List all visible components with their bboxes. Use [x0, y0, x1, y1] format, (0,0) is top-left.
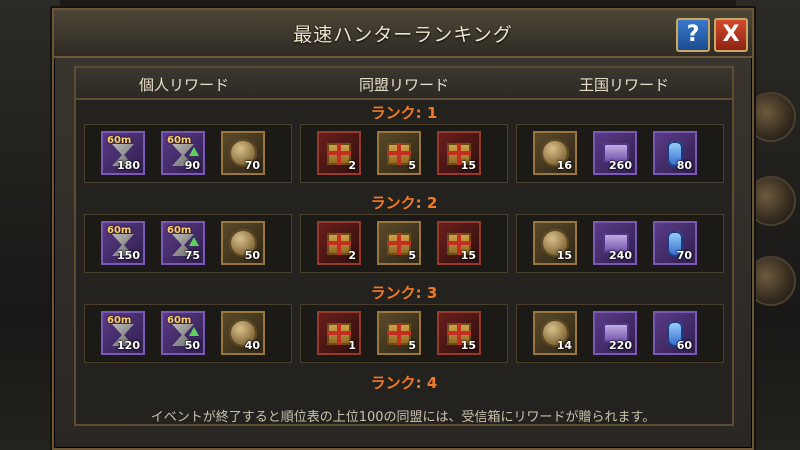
reward-item[interactable]: 14	[533, 311, 577, 355]
reward-item[interactable]: 2	[317, 221, 361, 265]
window-title: 最速ハンターランキング	[293, 24, 513, 46]
ranking-window: 最速ハンターランキング ? X 個人リワード 同盟リワード 王国リワード ランク…	[52, 8, 754, 450]
rank-1-personal-rewards: 60m 180 60m 90 70	[84, 124, 292, 183]
rank-4-title: ランク: 4	[370, 374, 438, 392]
reward-item[interactable]: 2	[317, 131, 361, 175]
rank-2-alliance-rewards: 2 5 15	[300, 214, 508, 273]
reward-item[interactable]: 5	[377, 221, 421, 265]
reward-item[interactable]: 16	[533, 131, 577, 175]
upgrade-arrow-icon	[189, 327, 199, 336]
rank-1-kingdom-rewards: 16 260 80	[516, 124, 724, 183]
tab-personal-rewards[interactable]: 個人リワード	[84, 74, 284, 95]
reward-item[interactable]: 5	[377, 131, 421, 175]
background-left	[0, 0, 60, 450]
reward-item[interactable]: 60m 180	[101, 131, 145, 175]
reward-item[interactable]: 70	[221, 131, 265, 175]
reward-item[interactable]: 60m 120	[101, 311, 145, 355]
reward-item[interactable]: 50	[221, 221, 265, 265]
rank-3-title: ランク: 3	[370, 284, 438, 302]
help-button[interactable]: ?	[676, 18, 710, 52]
reward-item[interactable]: 60m 150	[101, 221, 145, 265]
reward-item[interactable]: 60m 75	[161, 221, 205, 265]
upgrade-arrow-icon	[189, 237, 199, 246]
rank-3-kingdom-rewards: 14 220 60	[516, 304, 724, 363]
upgrade-arrow-icon	[189, 147, 199, 156]
reward-panel: 個人リワード 同盟リワード 王国リワード ランク: 1 60m 180 60m …	[74, 66, 734, 426]
tab-alliance-rewards[interactable]: 同盟リワード	[304, 74, 504, 95]
reward-item[interactable]: 5	[377, 311, 421, 355]
reward-item[interactable]: 240	[593, 221, 637, 265]
reward-item[interactable]: 80	[653, 131, 697, 175]
reward-tabs: 個人リワード 同盟リワード 王国リワード	[76, 68, 732, 100]
reward-item[interactable]: 60m 50	[161, 311, 205, 355]
rank-2-kingdom-rewards: 15 240 70	[516, 214, 724, 273]
footer-note: イベントが終了すると順位表の上位100の同盟には、受信箱にリワードが贈られます。	[150, 410, 656, 425]
rank-2-title: ランク: 2	[370, 194, 438, 212]
rank-1-title: ランク: 1	[370, 104, 438, 122]
reward-item[interactable]: 60	[653, 311, 697, 355]
close-button[interactable]: X	[714, 18, 748, 52]
reward-item[interactable]: 15	[437, 131, 481, 175]
rank-2-personal-rewards: 60m 150 60m 75 50	[84, 214, 292, 273]
reward-item[interactable]: 40	[221, 311, 265, 355]
reward-item[interactable]: 15	[533, 221, 577, 265]
reward-item[interactable]: 1	[317, 311, 361, 355]
title-bar: 最速ハンターランキング ? X	[54, 10, 752, 58]
rank-1-alliance-rewards: 2 5 15	[300, 124, 508, 183]
rank-3-personal-rewards: 60m 120 60m 50 40	[84, 304, 292, 363]
reward-item[interactable]: 260	[593, 131, 637, 175]
rank-3-alliance-rewards: 1 5 15	[300, 304, 508, 363]
reward-item[interactable]: 220	[593, 311, 637, 355]
reward-item[interactable]: 60m 90	[161, 131, 205, 175]
reward-item[interactable]: 15	[437, 311, 481, 355]
reward-item[interactable]: 70	[653, 221, 697, 265]
reward-item[interactable]: 15	[437, 221, 481, 265]
tab-kingdom-rewards[interactable]: 王国リワード	[524, 74, 724, 95]
